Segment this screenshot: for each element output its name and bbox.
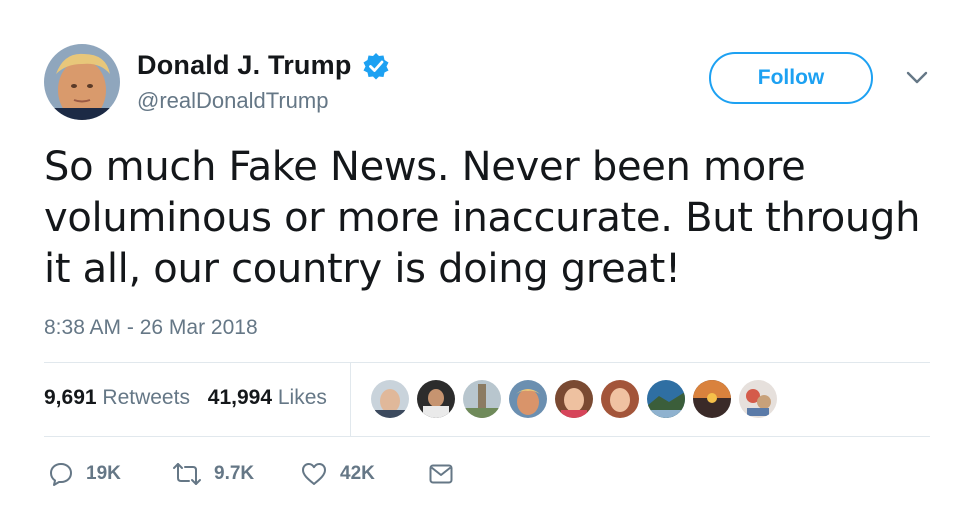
timestamp[interactable]: 8:38 AM - 26 Mar 2018 — [44, 316, 258, 340]
liker-avatar[interactable] — [692, 379, 732, 419]
liker-avatar[interactable] — [416, 379, 456, 419]
liker-avatar[interactable] — [738, 379, 778, 419]
heart-icon — [302, 463, 326, 485]
liker-avatar[interactable] — [600, 379, 640, 419]
retweets-label[interactable]: Retweets — [102, 386, 190, 409]
display-name[interactable]: Donald J. Trump — [137, 50, 352, 81]
liker-avatar[interactable] — [554, 379, 594, 419]
liker-avatar[interactable] — [370, 379, 410, 419]
chevron-down-icon[interactable] — [905, 70, 929, 86]
envelope-icon — [429, 464, 453, 484]
retweet-button[interactable]: 9.7K — [172, 458, 254, 490]
stats-divider — [350, 363, 351, 436]
divider — [44, 436, 930, 437]
reply-count: 19K — [86, 463, 121, 484]
avatar[interactable] — [44, 44, 120, 120]
likes-count[interactable]: 41,994 — [208, 386, 272, 409]
retweet-count: 9.7K — [214, 463, 255, 484]
follow-button[interactable]: Follow — [709, 52, 873, 104]
tweet-text: So much Fake News. Never been more volum… — [44, 144, 921, 292]
tweet-card: Donald J. Trump @realDonaldTrump Follow … — [0, 0, 980, 520]
retweets-count[interactable]: 9,691 — [44, 386, 97, 409]
like-count: 42K — [340, 463, 375, 484]
divider — [44, 362, 930, 363]
liker-avatar[interactable] — [508, 379, 548, 419]
retweet-icon — [173, 463, 201, 485]
reply-button[interactable]: 19K — [48, 458, 121, 490]
reply-icon — [50, 463, 72, 486]
liker-avatar[interactable] — [646, 379, 686, 419]
liker-avatar[interactable] — [462, 379, 502, 419]
likes-label[interactable]: Likes — [278, 386, 327, 409]
like-button[interactable]: 42K — [300, 458, 375, 490]
verified-badge-icon — [363, 53, 389, 80]
engagement-stats: 9,691 Retweets 41,994 Likes — [44, 386, 327, 410]
direct-message-button[interactable] — [428, 458, 454, 490]
user-handle[interactable]: @realDonaldTrump — [137, 88, 328, 114]
